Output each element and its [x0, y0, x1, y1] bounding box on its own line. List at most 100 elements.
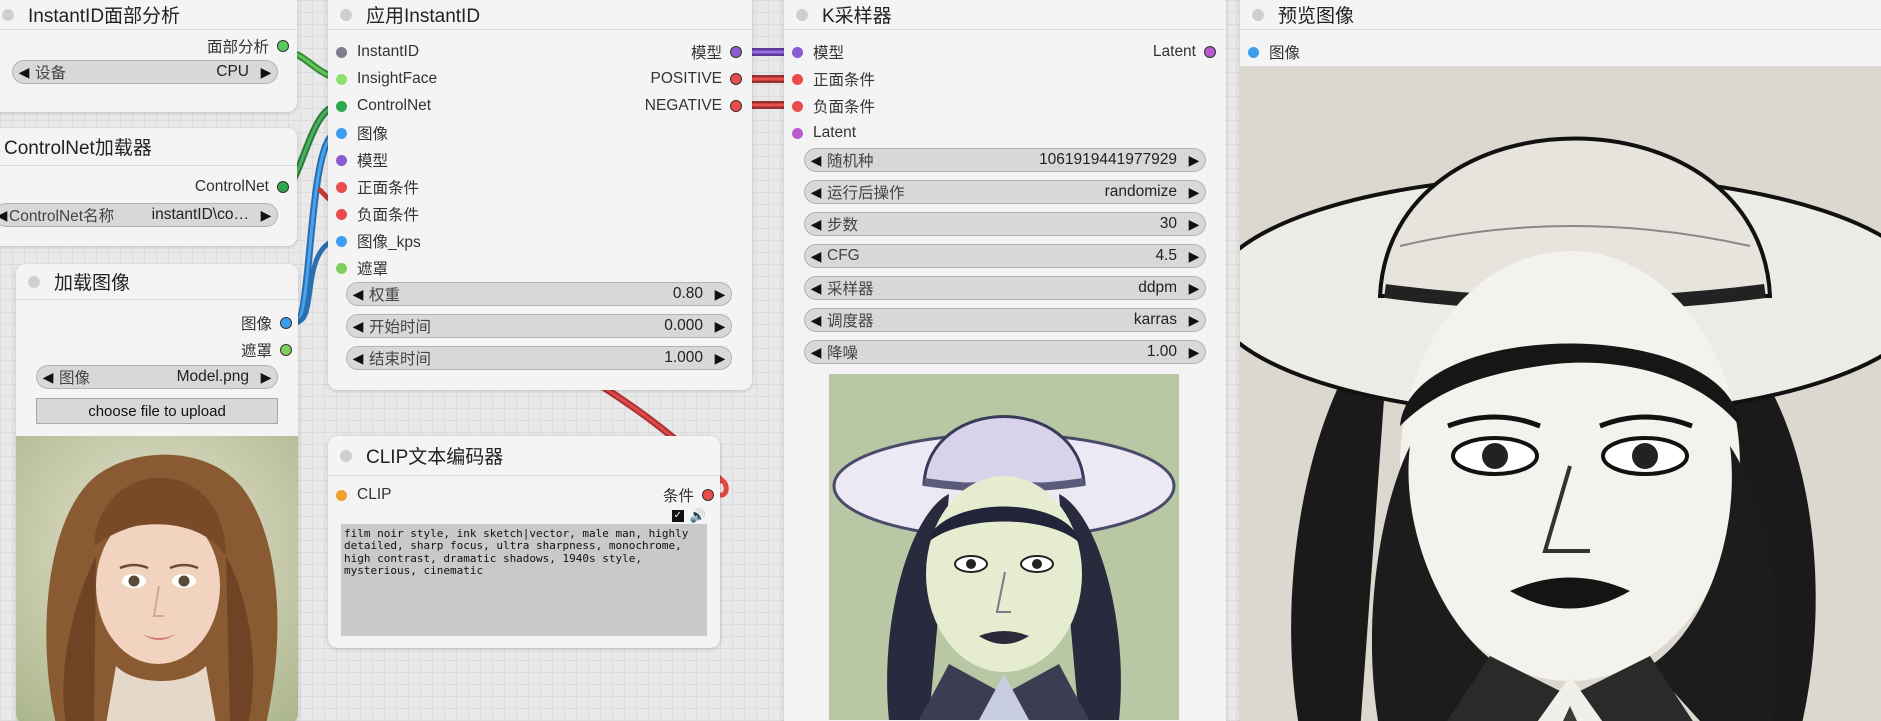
input-slot-dot[interactable]	[336, 100, 347, 112]
output-slot-dot[interactable]	[730, 73, 742, 85]
collapse-dot-icon[interactable]	[28, 275, 40, 288]
node-apply-instantid[interactable]: 应用InstantID InstantID InsightFace Contro…	[328, 0, 752, 390]
node-title-bar[interactable]: CLIP文本编码器	[328, 436, 720, 476]
arrow-left-icon[interactable]: ◀	[805, 248, 827, 265]
node-instantid-face-analysis[interactable]: InstantID面部分析 面部分析 ◀ 设备 CPU ▶	[0, 0, 297, 112]
input-negative[interactable]: 负面条件	[336, 204, 419, 224]
input-instantid[interactable]: InstantID	[336, 42, 419, 62]
arrow-right-icon[interactable]: ▶	[255, 64, 277, 81]
collapse-dot-icon[interactable]	[340, 8, 352, 21]
arrow-left-icon[interactable]: ◀	[37, 369, 59, 386]
cfg-widget[interactable]: ◀ CFG 4.5 ▶	[804, 244, 1206, 268]
input-image-kps[interactable]: 图像_kps	[336, 231, 421, 251]
end-at-slider[interactable]: ◀ 结束时间 1.000 ▶	[346, 346, 732, 370]
output-model[interactable]: 模型	[691, 42, 742, 62]
checkbox-icon[interactable]: ✓	[671, 510, 684, 522]
input-latent[interactable]: Latent	[792, 123, 856, 143]
node-clip-text-encode[interactable]: CLIP文本编码器 CLIP 条件 ✓ 🔊 film noir style, i…	[328, 436, 720, 648]
input-slot-dot[interactable]	[336, 235, 347, 247]
output-slot-dot[interactable]	[280, 317, 292, 329]
output-slot-dot[interactable]	[1204, 46, 1216, 58]
arrow-left-icon[interactable]: ◀	[805, 280, 827, 297]
arrow-left-icon[interactable]: ◀	[347, 350, 369, 367]
arrow-left-icon[interactable]: ◀	[347, 318, 369, 335]
node-title-bar[interactable]: ControlNet加载器	[0, 128, 297, 166]
arrow-left-icon[interactable]: ◀	[805, 312, 827, 329]
input-controlnet[interactable]: ControlNet	[336, 96, 431, 116]
input-slot-dot[interactable]	[336, 127, 347, 139]
arrow-right-icon[interactable]: ▶	[709, 350, 731, 367]
output-controlnet[interactable]: ControlNet	[195, 177, 289, 197]
arrow-left-icon[interactable]: ◀	[805, 216, 827, 233]
steps-widget[interactable]: ◀ 步数 30 ▶	[804, 212, 1206, 236]
node-title-bar[interactable]: K采样器	[784, 0, 1226, 30]
collapse-dot-icon[interactable]	[1252, 8, 1264, 21]
arrow-right-icon[interactable]: ▶	[1183, 312, 1205, 329]
output-latent[interactable]: Latent	[1153, 42, 1216, 62]
input-clip[interactable]: CLIP	[336, 485, 391, 505]
output-slot-dot[interactable]	[730, 46, 742, 58]
input-positive[interactable]: 正面条件	[336, 177, 419, 197]
node-title-bar[interactable]: 预览图像	[1240, 0, 1881, 30]
output-slot-dot[interactable]	[280, 344, 292, 356]
arrow-left-icon[interactable]: ◀	[805, 152, 827, 169]
node-title-bar[interactable]: InstantID面部分析	[0, 0, 297, 30]
denoise-widget[interactable]: ◀ 降噪 1.00 ▶	[804, 340, 1206, 364]
input-slot-dot[interactable]	[336, 46, 347, 58]
input-insightface[interactable]: InsightFace	[336, 69, 437, 89]
input-mask[interactable]: 遮罩	[336, 258, 388, 278]
arrow-left-icon[interactable]: ◀	[805, 184, 827, 201]
output-conditioning[interactable]: 条件	[663, 485, 714, 505]
start-at-slider[interactable]: ◀ 开始时间 0.000 ▶	[346, 314, 732, 338]
collapse-dot-icon[interactable]	[2, 8, 14, 21]
node-title-bar[interactable]: 应用InstantID	[328, 0, 752, 30]
input-slot-dot[interactable]	[792, 73, 803, 85]
output-slot-dot[interactable]	[277, 40, 289, 52]
control-after-generate-widget[interactable]: ◀ 运行后操作 randomize ▶	[804, 180, 1206, 204]
output-mask[interactable]: 遮罩	[241, 340, 292, 360]
speaker-icon[interactable]: 🔊	[690, 508, 706, 524]
scheduler-widget[interactable]: ◀ 调度器 karras ▶	[804, 308, 1206, 332]
arrow-right-icon[interactable]: ▶	[1183, 184, 1205, 201]
prompt-textarea[interactable]: film noir style, ink sketch|vector, male…	[341, 524, 707, 636]
arrow-right-icon[interactable]: ▶	[1183, 216, 1205, 233]
arrow-right-icon[interactable]: ▶	[255, 369, 277, 386]
arrow-right-icon[interactable]: ▶	[1183, 280, 1205, 297]
arrow-right-icon[interactable]: ▶	[1183, 248, 1205, 265]
output-image[interactable]: 图像	[241, 313, 292, 333]
input-slot-dot[interactable]	[792, 46, 803, 58]
controlnet-name-combo[interactable]: ◀ ControlNet名称 instantID\co… ▶	[0, 203, 278, 227]
output-slot-dot[interactable]	[277, 181, 289, 193]
output-positive[interactable]: POSITIVE	[651, 69, 742, 89]
arrow-right-icon[interactable]: ▶	[1183, 152, 1205, 169]
collapse-dot-icon[interactable]	[796, 8, 808, 21]
input-slot-dot[interactable]	[792, 100, 803, 112]
output-face-analysis[interactable]: 面部分析	[207, 36, 289, 56]
input-slot-dot[interactable]	[792, 127, 803, 139]
output-slot-dot[interactable]	[730, 100, 742, 112]
image-combo[interactable]: ◀ 图像 Model.png ▶	[36, 365, 278, 389]
arrow-left-icon[interactable]: ◀	[13, 64, 35, 81]
node-controlnet-loader[interactable]: ControlNet加载器 ControlNet ◀ ControlNet名称 …	[0, 128, 297, 246]
input-slot-dot[interactable]	[336, 208, 347, 220]
input-slot-dot[interactable]	[336, 154, 347, 166]
seed-widget[interactable]: ◀ 随机种 1061919441977929 ▶	[804, 148, 1206, 172]
arrow-left-icon[interactable]: ◀	[347, 286, 369, 303]
arrow-right-icon[interactable]: ▶	[1183, 344, 1205, 361]
input-slot-dot[interactable]	[336, 181, 347, 193]
sampler-widget[interactable]: ◀ 采样器 ddpm ▶	[804, 276, 1206, 300]
arrow-right-icon[interactable]: ▶	[709, 318, 731, 335]
upload-button[interactable]: choose file to upload	[36, 398, 278, 424]
output-negative[interactable]: NEGATIVE	[645, 96, 742, 116]
input-slot-dot[interactable]	[1248, 46, 1259, 58]
input-slot-dot[interactable]	[336, 73, 347, 85]
input-slot-dot[interactable]	[336, 489, 347, 501]
input-image[interactable]: 图像	[336, 123, 388, 143]
input-positive[interactable]: 正面条件	[792, 69, 875, 89]
node-load-image[interactable]: 加载图像 图像 遮罩 ◀ 图像 Model.png ▶ choose file …	[16, 264, 298, 721]
output-slot-dot[interactable]	[702, 489, 714, 501]
input-slot-dot[interactable]	[336, 262, 347, 274]
arrow-left-icon[interactable]: ◀	[805, 344, 827, 361]
arrow-right-icon[interactable]: ▶	[255, 207, 277, 224]
arrow-left-icon[interactable]: ◀	[0, 207, 9, 224]
